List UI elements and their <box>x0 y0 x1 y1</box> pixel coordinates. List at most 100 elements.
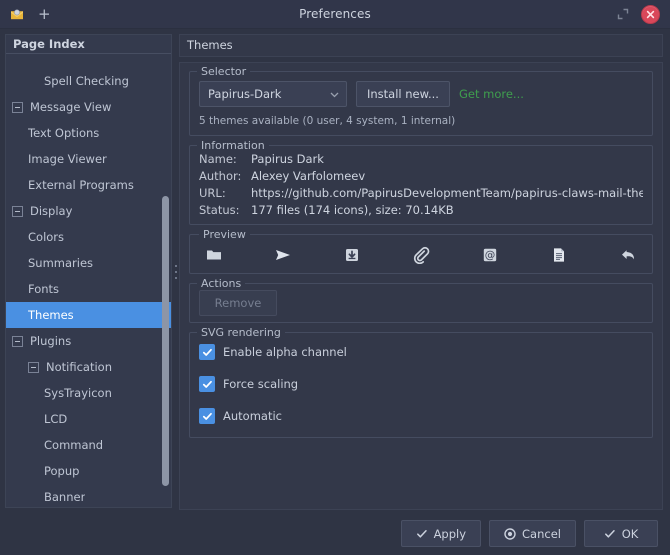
sidebar-item-banner[interactable]: Banner <box>6 484 171 507</box>
theme-combobox[interactable]: Papirus-Dark <box>199 81 347 107</box>
send-icon <box>273 245 293 265</box>
sidebar-item-command[interactable]: Command <box>6 432 171 458</box>
install-new-button[interactable]: Install new... <box>356 81 450 107</box>
sidebar-item-label: Fonts <box>28 282 60 296</box>
sidebar-item-notification[interactable]: Notification <box>6 354 171 380</box>
preferences-window: + Preferences Page Index Spell Checking … <box>0 0 670 555</box>
sidebar-item-partial[interactable] <box>6 54 171 68</box>
themes-available-note: 5 themes available (0 user, 4 system, 1 … <box>199 115 456 127</box>
tree-collapse-icon[interactable] <box>12 205 23 217</box>
sidebar-item-message-view[interactable]: Message View <box>6 94 171 120</box>
page-index-list[interactable]: Spell Checking Message View Text Options Im… <box>6 54 171 507</box>
information-value: Alexey Varfolomeev <box>251 169 366 183</box>
sidebar-item-label: Spell Checking <box>44 74 129 88</box>
sidebar-item-summaries[interactable]: Summaries <box>6 250 171 276</box>
stop-circle-icon <box>504 527 516 540</box>
svg-text:@: @ <box>485 250 496 262</box>
sidebar-item-spell-checking[interactable]: Spell Checking <box>6 68 171 94</box>
information-row: Name: Papirus Dark <box>199 151 643 168</box>
information-value: 177 files (174 icons), size: 70.14KB <box>251 203 454 217</box>
receive-inbox-icon <box>342 245 362 265</box>
cancel-button-label: Cancel <box>522 526 561 541</box>
sidebar-item-display[interactable]: Display <box>6 198 171 224</box>
sidebar-scrollbar[interactable] <box>162 76 169 505</box>
sidebar-scrollbar-thumb[interactable] <box>162 196 169 486</box>
reply-arrow-icon <box>618 245 638 265</box>
sidebar-item-label: Popup <box>44 464 80 478</box>
tree-collapse-icon[interactable] <box>28 361 39 373</box>
actions-group-title: Actions <box>197 277 246 290</box>
svg-rendering-options: Enable alpha channel Force scaling Automat… <box>199 340 643 428</box>
information-rows: Name: Papirus Dark Author: Alexey Varfolome… <box>199 151 643 219</box>
sidebar-splitter[interactable] <box>172 29 179 514</box>
sidebar-item-lcd[interactable]: LCD <box>6 406 171 432</box>
information-row: Author: Alexey Varfolomeev <box>199 168 643 185</box>
tree-collapse-icon[interactable] <box>12 335 23 347</box>
sidebar-item-label: LCD <box>44 412 68 426</box>
selector-group: Selector Papirus-Dark Install new... Get… <box>189 65 653 136</box>
sidebar-item-image-viewer[interactable]: Image Viewer <box>6 146 171 172</box>
information-key: Author: <box>199 169 242 183</box>
sidebar-item-label: Colors <box>28 230 65 244</box>
checkbox-row[interactable]: Enable alpha channel <box>199 340 643 364</box>
information-row: Status: 177 files (174 icons), size: 70.1… <box>199 202 643 219</box>
page-index-tree[interactable]: Page Index Spell Checking Message View Tex… <box>5 34 172 508</box>
check-icon <box>604 528 616 540</box>
sidebar-item-plugins[interactable]: Plugins <box>6 328 171 354</box>
information-key: Name: <box>199 152 237 166</box>
preview-group: Preview @ <box>189 228 653 274</box>
attach-paperclip-icon <box>411 245 431 265</box>
actions-group: Actions Remove <box>189 277 653 323</box>
checkbox-label: Automatic <box>223 409 282 423</box>
checkbox-checked-icon[interactable] <box>199 344 215 360</box>
apply-button[interactable]: Apply <box>400 520 482 547</box>
close-window-icon[interactable] <box>641 4 660 24</box>
remove-button[interactable]: Remove <box>199 290 277 316</box>
sidebar-item-themes[interactable]: Themes <box>6 302 171 328</box>
checkbox-label: Enable alpha channel <box>223 345 347 359</box>
information-key: URL: <box>199 186 226 200</box>
tree-collapse-icon[interactable] <box>12 101 23 113</box>
sidebar-item-external-programs[interactable]: External Programs <box>6 172 171 198</box>
cancel-button[interactable]: Cancel <box>489 520 576 547</box>
address-book-at-icon: @ <box>480 245 500 265</box>
window-controls <box>616 4 670 24</box>
title-bar: + Preferences <box>0 0 670 29</box>
sidebar-item-label: Plugins <box>30 334 72 348</box>
sidebar-item-fonts[interactable]: Fonts <box>6 276 171 302</box>
sidebar-item-label: Themes <box>28 308 74 322</box>
mail-envelope-icon[interactable] <box>9 6 25 22</box>
checkbox-label: Force scaling <box>223 377 299 391</box>
sidebar: Page Index Spell Checking Message View Tex… <box>0 29 172 514</box>
svg-rendering-group: SVG rendering Enable alpha channel Force … <box>189 326 653 438</box>
sidebar-item-colors[interactable]: Colors <box>6 224 171 250</box>
ok-button-label: OK <box>621 526 639 541</box>
new-tab-button[interactable]: + <box>35 6 54 22</box>
information-key: Status: <box>199 203 240 217</box>
checkbox-row[interactable]: Force scaling <box>199 372 643 396</box>
title-bar-tabs: + <box>0 6 54 22</box>
sidebar-item-popup[interactable]: Popup <box>6 458 171 484</box>
information-group: Information Name: Papirus Dark Author: Alex… <box>189 139 653 225</box>
checkbox-checked-icon[interactable] <box>199 408 215 424</box>
document-icon <box>549 245 569 265</box>
restore-window-icon[interactable] <box>616 7 630 21</box>
sidebar-item-label: Notification <box>46 360 112 374</box>
themes-page: Selector Papirus-Dark Install new... Get… <box>179 62 663 510</box>
window-body: Page Index Spell Checking Message View Tex… <box>0 29 670 514</box>
get-more-link[interactable]: Get more... <box>459 87 524 101</box>
ok-button[interactable]: OK <box>584 520 658 547</box>
sidebar-item-label: External Programs <box>28 178 134 192</box>
sidebar-item-label: Message View <box>30 100 112 114</box>
sidebar-item-label: Display <box>30 204 73 218</box>
sidebar-item-systrayicon[interactable]: SysTrayicon <box>6 380 171 406</box>
information-group-title: Information <box>197 139 269 152</box>
sidebar-item-text-options[interactable]: Text Options <box>6 120 171 146</box>
checkbox-checked-icon[interactable] <box>199 376 215 392</box>
main-panel: Themes Selector Papirus-Dark Install new… <box>179 29 670 514</box>
sidebar-item-label: Command <box>44 438 104 452</box>
sidebar-item-label: SysTrayicon <box>44 386 112 400</box>
svg-rendering-group-title: SVG rendering <box>197 326 285 339</box>
sidebar-item-label: Banner <box>44 490 86 504</box>
checkbox-row[interactable]: Automatic <box>199 404 643 428</box>
